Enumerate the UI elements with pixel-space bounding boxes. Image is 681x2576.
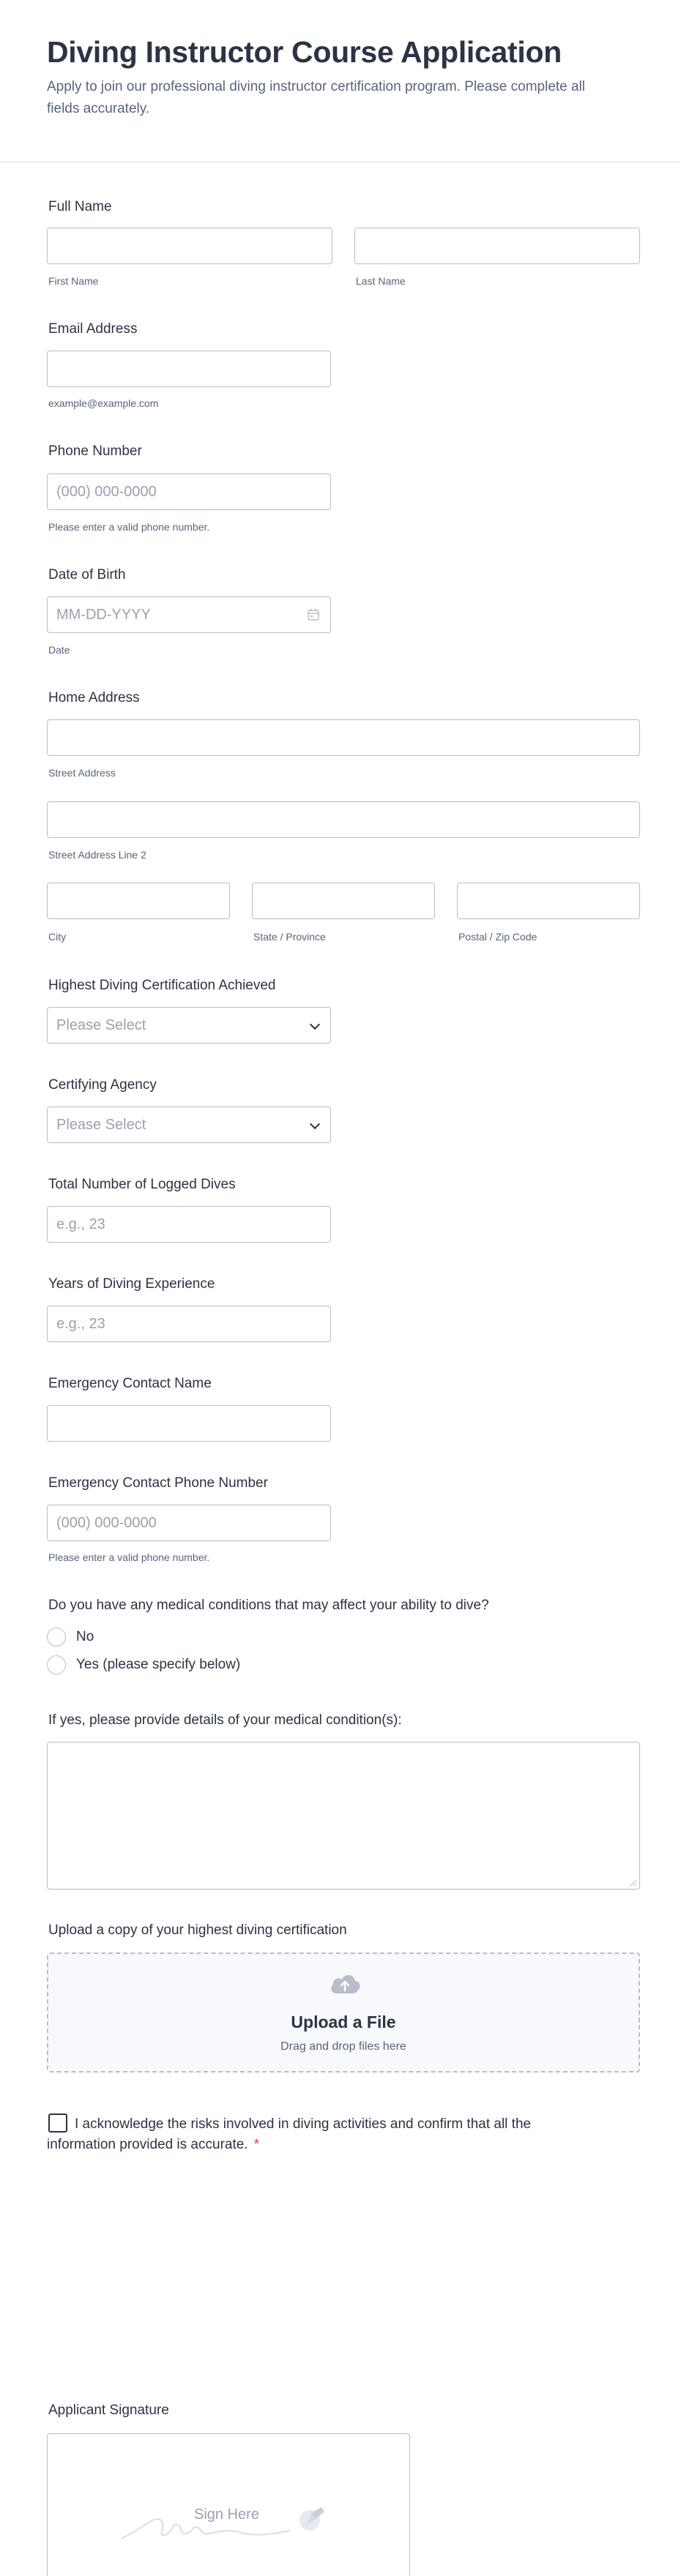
- dob-placeholder: MM-DD-YYYY: [56, 606, 151, 623]
- certification-selected: Please Select: [56, 1016, 146, 1033]
- radio-button[interactable]: [47, 1655, 66, 1674]
- pen-icon: [299, 2507, 324, 2531]
- certification-select[interactable]: Please Select: [47, 1007, 331, 1044]
- chevron-down-icon: [309, 1118, 321, 1130]
- emergency-phone-input[interactable]: (000) 000-0000: [47, 1505, 331, 1541]
- dob-label: Date of Birth: [48, 567, 126, 583]
- street-address-line2-sublabel: Street Address Line 2: [48, 849, 146, 861]
- dob-input[interactable]: MM-DD-YYYY: [47, 596, 331, 633]
- email-input[interactable]: [47, 351, 331, 387]
- first-name-sublabel: First Name: [48, 275, 99, 287]
- medical-details-label: If yes, please provide details of your m…: [48, 1712, 402, 1728]
- first-name-input[interactable]: [47, 228, 332, 264]
- form-subtitle: Apply to join our professional diving in…: [47, 79, 586, 116]
- required-mark: *: [253, 2137, 259, 2152]
- radio-button[interactable]: [47, 1628, 66, 1647]
- full-name-label: Full Name: [48, 199, 112, 214]
- resize-handle-icon[interactable]: [630, 1879, 637, 1887]
- form-header: Diving Instructor Course Application App…: [0, 0, 681, 162]
- form-title: Diving Instructor Course Application: [47, 35, 562, 69]
- street-address-sublabel: Street Address: [48, 767, 116, 779]
- agency-select[interactable]: Please Select: [47, 1107, 331, 1143]
- last-name-input[interactable]: [354, 228, 640, 264]
- acknowledge-field[interactable]: I acknowledge the risks involved in divi…: [47, 2113, 574, 2155]
- emergency-phone-sublabel: Please enter a valid phone number.: [48, 1551, 210, 1563]
- state-sublabel: State / Province: [253, 931, 326, 943]
- upload-subtitle: Drag and drop files here: [280, 2040, 406, 2053]
- medical-option-no[interactable]: No: [47, 1628, 94, 1647]
- medical-option-no-label: No: [76, 1629, 94, 1644]
- emergency-name-input[interactable]: [47, 1405, 331, 1442]
- calendar-icon[interactable]: [307, 608, 320, 621]
- last-name-sublabel: Last Name: [356, 275, 406, 287]
- emergency-name-label: Emergency Contact Name: [48, 1376, 212, 1391]
- phone-placeholder: (000) 000-0000: [56, 483, 157, 500]
- zip-sublabel: Postal / Zip Code: [458, 931, 537, 943]
- city-input[interactable]: [47, 883, 230, 919]
- cloud-upload-icon: [331, 1974, 360, 1993]
- zip-input[interactable]: [457, 883, 640, 919]
- file-upload-dropzone[interactable]: Upload a File Drag and drop files here: [47, 1952, 640, 2073]
- signature-label: Applicant Signature: [48, 2403, 169, 2418]
- signature-placeholder: Sign Here: [194, 2506, 259, 2523]
- experience-label: Years of Diving Experience: [48, 1276, 215, 1292]
- chevron-down-icon: [309, 1019, 321, 1030]
- medical-label: Do you have any medical conditions that …: [48, 1598, 489, 1613]
- logged-dives-input[interactable]: e.g., 23: [47, 1206, 331, 1243]
- phone-sublabel: Please enter a valid phone number.: [48, 521, 210, 533]
- city-sublabel: City: [48, 931, 67, 943]
- street-address-input[interactable]: [47, 719, 640, 756]
- dob-sublabel: Date: [48, 644, 70, 656]
- signature-pad[interactable]: Sign Here: [47, 2433, 410, 2576]
- email-label: Email Address: [48, 321, 138, 337]
- medical-details-textarea[interactable]: [47, 1742, 640, 1890]
- state-input[interactable]: [252, 883, 435, 919]
- phone-input[interactable]: (000) 000-0000: [47, 473, 331, 510]
- logged-dives-label: Total Number of Logged Dives: [48, 1177, 236, 1192]
- email-sublabel: example@example.com: [48, 397, 159, 409]
- phone-label: Phone Number: [48, 443, 142, 459]
- medical-option-yes[interactable]: Yes (please specify below): [47, 1655, 240, 1674]
- emergency-phone-label: Emergency Contact Phone Number: [48, 1475, 268, 1491]
- acknowledge-text: I acknowledge the risks involved in divi…: [47, 2116, 532, 2152]
- upload-label: Upload a copy of your highest diving cer…: [48, 1922, 347, 1938]
- medical-option-yes-label: Yes (please specify below): [76, 1657, 241, 1672]
- upload-title: Upload a File: [291, 2012, 396, 2032]
- agency-label: Certifying Agency: [48, 1077, 157, 1093]
- experience-input[interactable]: e.g., 23: [47, 1306, 331, 1342]
- address-label: Home Address: [48, 690, 140, 705]
- certification-label: Highest Diving Certification Achieved: [48, 978, 276, 993]
- emergency-phone-placeholder: (000) 000-0000: [56, 1514, 157, 1531]
- acknowledge-checkbox[interactable]: [48, 2113, 67, 2133]
- agency-selected: Please Select: [56, 1116, 146, 1133]
- logged-dives-placeholder: e.g., 23: [56, 1216, 105, 1232]
- experience-placeholder: e.g., 23: [56, 1315, 105, 1332]
- street-address-line2-input[interactable]: [47, 801, 640, 838]
